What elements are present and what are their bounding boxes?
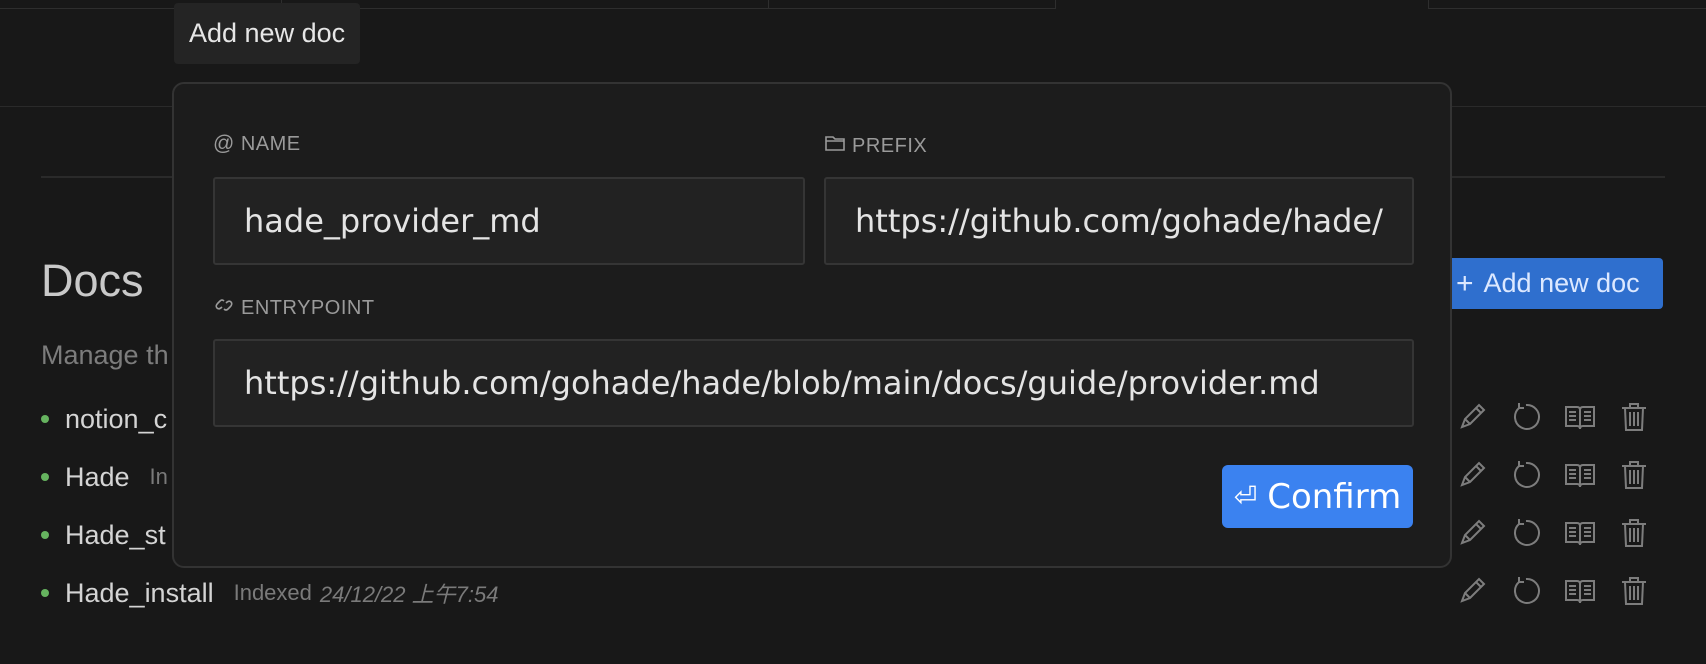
add-new-doc-button[interactable]: + Add new doc [1440,258,1663,309]
confirm-label: Confirm [1267,476,1402,517]
add-doc-dialog: @ NAME PREFIX ENTRYPOINT ⏎ Confirm [172,82,1452,568]
row-actions [1455,573,1651,613]
at-icon: @ [213,132,235,155]
pencil-icon[interactable] [1455,574,1489,613]
doc-status: Indexed [233,580,312,605]
doc-name[interactable]: notion_c [65,404,167,435]
status-dot [41,473,49,481]
folder-icon [824,132,846,160]
book-icon[interactable] [1563,458,1597,497]
name-input[interactable] [213,177,805,265]
pencil-icon[interactable] [1455,516,1489,555]
top-tab[interactable] [1428,0,1706,9]
name-label-text: NAME [240,132,301,155]
top-tab[interactable] [769,0,1056,9]
book-icon[interactable] [1563,574,1597,613]
book-icon[interactable] [1563,400,1597,439]
doc-name[interactable]: Hade_st [65,520,166,551]
row-actions [1455,515,1651,555]
entrypoint-field-label: ENTRYPOINT [213,294,375,322]
prefix-input[interactable] [824,177,1414,265]
return-icon: ⏎ [1233,480,1258,513]
status-dot [41,589,49,597]
doc-name[interactable]: Hade_install [65,578,214,609]
prefix-label-text: PREFIX [852,134,928,157]
doc-indexed-date: 24/12/22 上午7:54 [319,582,499,607]
page-title: Docs [41,255,144,306]
refresh-icon[interactable] [1509,400,1543,439]
add-new-doc-label: Add new doc [1483,268,1640,298]
list-item: Hade_st [41,515,186,555]
add-new-doc-tooltip: Add new doc [174,3,361,64]
prefix-field-label: PREFIX [824,132,927,160]
trash-icon[interactable] [1617,458,1651,497]
trash-icon[interactable] [1617,516,1651,555]
trash-icon[interactable] [1617,574,1651,613]
entrypoint-input[interactable] [213,339,1414,427]
book-icon[interactable] [1563,516,1597,555]
link-icon [213,294,235,322]
refresh-icon[interactable] [1509,574,1543,613]
status-dot [41,415,49,423]
pencil-icon[interactable] [1455,400,1489,439]
pencil-icon[interactable] [1455,458,1489,497]
plus-icon: + [1456,266,1474,300]
doc-status: In [149,464,168,489]
list-item: Hade_install Indexed 24/12/22 上午7:54 [41,573,498,613]
list-item: notion_c [41,399,187,439]
confirm-button[interactable]: ⏎ Confirm [1222,465,1413,528]
trash-icon[interactable] [1617,400,1651,439]
refresh-icon[interactable] [1509,516,1543,555]
status-dot [41,531,49,539]
list-item: Hade In [41,457,168,497]
row-actions [1455,457,1651,497]
entrypoint-label-text: ENTRYPOINT [241,296,375,319]
doc-name[interactable]: Hade [65,462,130,493]
refresh-icon[interactable] [1509,458,1543,497]
page-subtitle: Manage th [41,340,169,370]
row-actions [1455,399,1651,439]
name-field-label: @ NAME [213,132,301,156]
